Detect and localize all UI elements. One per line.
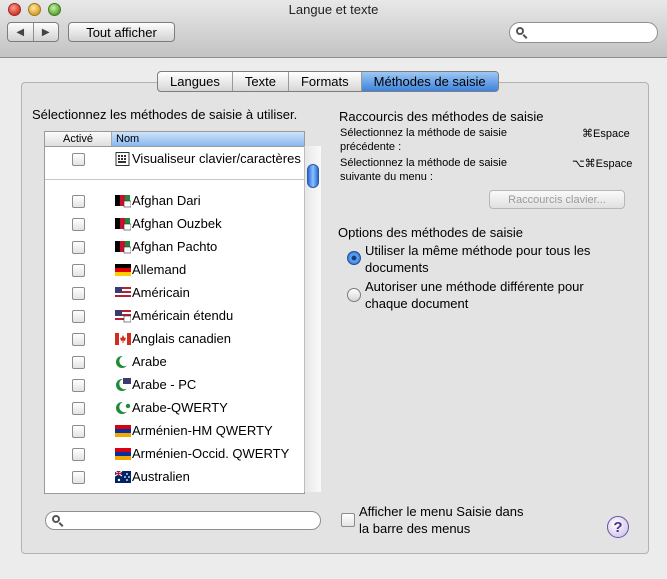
canada-flag-icon bbox=[115, 333, 131, 345]
list-item-label: Américain étendu bbox=[132, 308, 234, 323]
input-methods-list[interactable]: Activé Nom Visualiseur clavier/caractère… bbox=[44, 131, 305, 494]
shortcuts-heading: Raccourcis des méthodes de saisie bbox=[339, 109, 544, 124]
list-header: Activé Nom bbox=[45, 132, 304, 147]
search-input[interactable] bbox=[509, 22, 658, 43]
germany-flag-icon bbox=[115, 264, 131, 276]
armenia-flag-icon bbox=[115, 425, 131, 437]
checkbox[interactable] bbox=[72, 402, 85, 415]
list-item-label: Afghan Pachto bbox=[132, 239, 218, 254]
list-item-label: Anglais canadien bbox=[132, 331, 232, 346]
next-method-label-line2: suivante du menu : bbox=[340, 171, 433, 183]
list-scrollbar[interactable] bbox=[304, 146, 321, 492]
show-input-menu-checkbox[interactable] bbox=[341, 513, 355, 527]
list-item[interactable]: Afghan Dari bbox=[45, 191, 304, 214]
crescent-icon bbox=[116, 378, 131, 391]
show-input-menu-label-line1: Afficher le menu Saisie dans bbox=[359, 504, 524, 519]
radio-different-method[interactable] bbox=[347, 288, 361, 302]
tab-langues[interactable]: Langues bbox=[158, 72, 233, 91]
title-bar: Langue et texte ◀ ▶ Tout afficher bbox=[0, 0, 667, 58]
options-heading: Options des méthodes de saisie bbox=[338, 225, 523, 240]
previous-method-shortcut: ⌘Espace bbox=[582, 128, 630, 140]
afghanistan-flag-icon bbox=[115, 195, 131, 208]
keyboard-shortcuts-button[interactable]: Raccourcis clavier... bbox=[489, 190, 625, 209]
radio-different-method-label-line1: Autoriser une méthode différente pour bbox=[365, 279, 584, 294]
crescent-icon bbox=[116, 401, 131, 414]
list-item[interactable]: Allemand bbox=[45, 260, 304, 283]
radio-same-method-label-line1: Utiliser la même méthode pour tous les bbox=[365, 243, 591, 258]
list-item[interactable]: Arabe bbox=[45, 352, 304, 375]
search-icon bbox=[52, 515, 60, 523]
list-item[interactable]: Australien bbox=[45, 467, 304, 490]
usa-flag-icon bbox=[115, 287, 131, 299]
list-item[interactable]: Américain étendu bbox=[45, 306, 304, 329]
list-item[interactable]: Arménien-Occid. QWERTY bbox=[45, 444, 304, 467]
checkbox[interactable] bbox=[72, 218, 85, 231]
list-item-label: Arménien-Occid. QWERTY bbox=[132, 446, 290, 461]
back-forward-group: ◀ ▶ bbox=[7, 22, 59, 42]
list-item[interactable]: Anglais canadien bbox=[45, 329, 304, 352]
input-methods-heading: Sélectionnez les méthodes de saisie à ut… bbox=[32, 107, 298, 122]
list-item-label: Arabe bbox=[132, 354, 167, 369]
checkbox[interactable] bbox=[72, 241, 85, 254]
list-item-label: Australien bbox=[132, 469, 190, 484]
list-item-label: Afghan Ouzbek bbox=[132, 216, 222, 231]
list-item-viewer[interactable]: Visualiseur clavier/caractères bbox=[45, 149, 304, 172]
tab-bar: Langues Texte Formats Méthodes de saisie bbox=[157, 71, 499, 92]
crescent-icon bbox=[116, 355, 130, 368]
list-item[interactable]: Arabe - PC bbox=[45, 375, 304, 398]
list-item[interactable]: Afghan Pachto bbox=[45, 237, 304, 260]
list-item-label: Afghan Dari bbox=[132, 193, 201, 208]
armenia-flag-icon bbox=[115, 448, 131, 460]
checkbox[interactable] bbox=[72, 356, 85, 369]
list-item[interactable]: Afghan Ouzbek bbox=[45, 214, 304, 237]
checkbox[interactable] bbox=[72, 264, 85, 277]
list-item-label: Arménien-HM QWERTY bbox=[132, 423, 273, 438]
list-item[interactable]: Arménien-HM QWERTY bbox=[45, 421, 304, 444]
previous-method-label-line2: précédente : bbox=[340, 141, 402, 153]
forward-button[interactable]: ▶ bbox=[32, 23, 59, 41]
list-item-label: Visualiseur clavier/caractères bbox=[132, 151, 301, 166]
checkbox[interactable] bbox=[72, 333, 85, 346]
column-header-name[interactable]: Nom bbox=[112, 132, 304, 146]
column-header-active[interactable]: Activé bbox=[45, 132, 112, 146]
list-item-label: Allemand bbox=[132, 262, 187, 277]
list-item[interactable]: Américain bbox=[45, 283, 304, 306]
list-item-label: Arabe-QWERTY bbox=[132, 400, 228, 415]
usa-flag-icon bbox=[115, 310, 131, 323]
checkbox[interactable] bbox=[72, 153, 85, 166]
checkbox[interactable] bbox=[72, 448, 85, 461]
radio-same-method[interactable] bbox=[347, 251, 361, 265]
next-method-shortcut: ⌥⌘Espace bbox=[572, 158, 633, 170]
window-title: Langue et texte bbox=[288, 2, 379, 17]
tab-formats[interactable]: Formats bbox=[289, 72, 362, 91]
previous-method-label-line1: Sélectionnez la méthode de saisie bbox=[340, 127, 507, 139]
list-search-input[interactable] bbox=[45, 511, 321, 530]
show-all-button[interactable]: Tout afficher bbox=[68, 22, 175, 42]
checkbox[interactable] bbox=[72, 471, 85, 484]
checkbox[interactable] bbox=[72, 310, 85, 323]
checkbox[interactable] bbox=[72, 195, 85, 208]
keyboard-viewer-icon bbox=[115, 152, 130, 166]
checkbox[interactable] bbox=[72, 287, 85, 300]
tab-methodes-de-saisie[interactable]: Méthodes de saisie bbox=[361, 72, 498, 91]
list-item-label: Arabe - PC bbox=[132, 377, 197, 392]
afghanistan-flag-icon bbox=[115, 241, 131, 254]
next-method-label-line1: Sélectionnez la méthode de saisie bbox=[340, 157, 507, 169]
radio-different-method-label-line2: chaque document bbox=[365, 296, 469, 311]
radio-same-method-label-line2: documents bbox=[365, 260, 429, 275]
checkbox[interactable] bbox=[72, 425, 85, 438]
search-icon bbox=[516, 27, 524, 35]
scrollbar-thumb[interactable] bbox=[307, 164, 319, 188]
list-item[interactable]: Arabe-QWERTY bbox=[45, 398, 304, 421]
help-button[interactable]: ? bbox=[607, 516, 629, 538]
checkbox[interactable] bbox=[72, 379, 85, 392]
tab-texte[interactable]: Texte bbox=[233, 72, 289, 91]
australia-flag-icon bbox=[115, 470, 131, 483]
list-separator bbox=[45, 179, 304, 180]
show-input-menu-label-line2: la barre des menus bbox=[359, 521, 471, 536]
back-button[interactable]: ◀ bbox=[8, 23, 33, 41]
afghanistan-flag-icon bbox=[115, 218, 131, 231]
list-item-label: Américain bbox=[132, 285, 190, 300]
